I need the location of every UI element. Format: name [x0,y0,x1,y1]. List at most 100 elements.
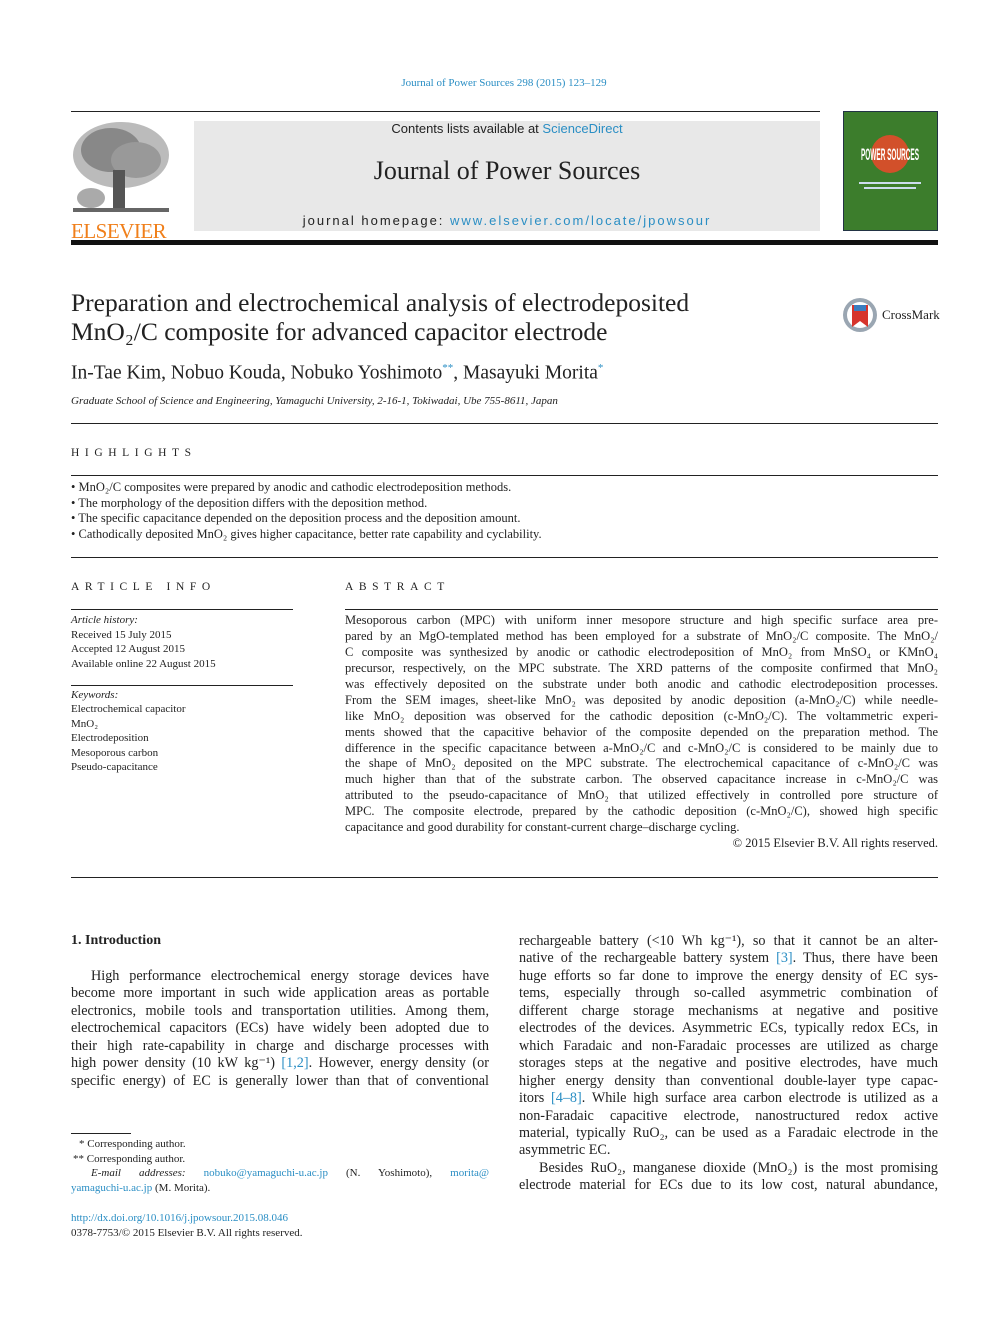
intro-right-column: rechargeable battery (<10 Wh kg⁻¹), so t… [519,933,938,1195]
text-segment: tems, especially through so-called asymm… [519,985,938,1002]
text-segment: non-Faradaic capacitive electrode, nanos… [519,1107,938,1124]
text-segment: specific energy) of EC is generally lowe… [71,1072,489,1089]
highlights-heading: HIGHLIGHTS [71,447,197,459]
text-segment: storages steps at the negative and posit… [519,1055,938,1072]
homepage-link[interactable]: www.elsevier.com/locate/jpowsour [450,213,711,228]
divider [71,877,938,878]
authors-text: , Masayuki Morita [453,362,598,384]
email-name: (N. Yoshimoto), [327,1167,451,1180]
crossmark-button[interactable]: CrossMark [842,297,940,333]
email-link-morita[interactable]: yamaguchi-u.ac.jp [71,1182,152,1194]
text-segment: material, typically RuO₂, can be used as… [519,1124,938,1141]
text-segment: huge efforts so far done to improve the … [519,967,938,984]
contents-label: Contents lists available at [391,121,543,136]
footnote-rule [71,1133,131,1134]
highlights-list: • MnO₂/C composites were prepared by ano… [71,480,542,543]
history-online: Available online 22 August 2015 [71,657,216,670]
highlight-item: • The morphology of the deposition diffe… [71,496,542,512]
header-thick-rule [71,240,938,245]
email-label: E-mail addresses: [91,1167,186,1180]
author-list: In-Tae Kim, Nobuo Kouda, Nobuko Yoshimot… [71,362,603,385]
issn-copyright: 0378-7753/© 2015 Elsevier B.V. All right… [71,1227,303,1239]
abstract-line: ments showed that the capacitive behavio… [345,724,938,739]
highlight-item: • MnO₂/C composites were prepared by ano… [71,480,542,496]
history-received: Received 15 July 2015 [71,628,172,641]
footnote-corresponding-1: * Corresponding author. [79,1138,186,1150]
corresponding-mark[interactable]: ** [442,362,453,374]
text-segment: higher energy density than conventional … [519,1072,938,1089]
journal-citation-link[interactable]: Journal of Power Sources 298 (2015) 123–… [0,77,992,89]
text-segment: different charge storage mechanisms at n… [519,1002,938,1019]
journal-cover-image[interactable]: POWER SOURCES [843,111,938,231]
text-line: asymmetric EC. [519,1142,938,1159]
affiliation: Graduate School of Science and Engineeri… [71,395,558,407]
text-line: electrodes of the devices. Asymmetric EC… [519,1020,938,1037]
abstract-line: Mesoporous carbon (MPC) with uniform inn… [345,613,938,627]
text-segment: asymmetric EC. [519,1142,611,1159]
text-line: storages steps at the negative and posit… [519,1055,938,1072]
text-segment: native of the rechargeable battery syste… [519,950,777,967]
section-heading-introduction: 1. Introduction [71,933,161,948]
text-segment: electrodes of the devices. Asymmetric EC… [519,1020,938,1037]
bullet-icon: • [71,527,79,542]
history-label: Article history: [71,614,138,626]
text-line: electrochemical capacitors (ECs) have wi… [71,1020,489,1037]
footnote-corresponding-2: ** Corresponding author. [73,1152,186,1165]
text-segment: rechargeable battery (<10 Wh kg⁻¹), so t… [519,933,938,949]
email-link-morita[interactable]: morita@ [450,1167,489,1179]
abstract-body: Mesoporous carbon (MPC) with uniform inn… [345,613,938,852]
journal-title: Journal of Power Sources [373,156,641,185]
keyword: Electrochemical capacitor [71,703,186,716]
text-line: higher energy density than conventional … [519,1073,938,1090]
text-segment: become more important in such wide appli… [71,985,489,1002]
text-line: their high rate-capability in charge and… [71,1038,489,1055]
homepage-line: journal homepage: www.elsevier.com/locat… [194,213,820,228]
text-line: itors [4–8]. While high surface area car… [519,1090,938,1107]
crossmark-label: CrossMark [882,307,940,322]
doi-block: http://dx.doi.org/10.1016/j.jpowsour.201… [71,1211,303,1241]
abstract-line: C composite was synthesized by anodic or… [345,644,938,659]
crossmark-icon [843,298,877,332]
cover-title: POWER SOURCES [861,145,919,164]
corresponding-mark[interactable]: * [598,362,604,374]
text-segment: . Thus, there have been [792,950,938,967]
text-line: huge efforts so far done to improve the … [519,968,938,985]
abstract-line: attributed to the pseudo-capacitance of … [345,788,938,803]
title-line: MnO₂/C composite for advanced capacitor … [71,317,608,346]
abstract-line: much higher than that of the substrate c… [345,772,938,787]
text-line: native of the rechargeable battery syste… [519,950,938,967]
text-line: specific energy) of EC is generally lowe… [71,1073,489,1090]
divider [71,475,938,476]
text-segment: their high rate-capability in charge and… [71,1037,489,1054]
email-link-yoshimoto[interactable]: nobuko@yamaguchi-u.ac.jp [204,1167,328,1179]
divider [345,609,938,610]
keyword: Mesoporous carbon [71,746,159,759]
citation-link[interactable]: [4–8] [551,1090,582,1106]
divider [71,685,293,686]
abstract-line: From the SEM images, sheet-like MnO₂ was… [345,692,938,707]
highlight-item: • Cathodically deposited MnO₂ gives high… [71,527,542,543]
abstract-line: pared by an MgO-templated method has bee… [345,628,938,643]
citation-link[interactable]: [1,2] [281,1055,308,1071]
abstract-line: capacitance and good durability for cons… [345,820,740,835]
article-info-heading: ARTICLE INFO [71,581,216,593]
text-line: Besides RuO₂, manganese dioxide (MnO₂) i… [519,1160,938,1177]
sciencedirect-link[interactable]: ScienceDirect [542,121,622,136]
text-line: high power density (10 kW kg⁻¹) [1,2]. H… [71,1055,489,1072]
keywords: Keywords: Electrochemical capacitor MnO₂… [71,688,186,774]
citation-link[interactable]: [3] [776,950,793,966]
text-line: rechargeable battery (<10 Wh kg⁻¹), so t… [519,933,938,950]
keyword: Electrodeposition [71,732,149,745]
bullet-icon: • [71,480,79,494]
text-segment: electrode material for ECs due to its lo… [519,1177,938,1194]
text-line: tems, especially through so-called asymm… [519,985,938,1002]
text-segment: itors [519,1090,552,1107]
text-line: High performance electrochemical energy … [71,968,489,985]
abstract-line: difference in the specific capacitance b… [345,740,938,755]
elsevier-logo[interactable]: ELSEVIER [71,120,171,242]
elsevier-wordmark: ELSEVIER [71,219,167,243]
email-name: (M. Morita). [152,1182,211,1195]
elsevier-tree-icon [71,120,171,216]
text-segment: high power density (10 kW kg⁻¹) [71,1055,282,1072]
doi-link[interactable]: http://dx.doi.org/10.1016/j.jpowsour.201… [71,1211,303,1226]
